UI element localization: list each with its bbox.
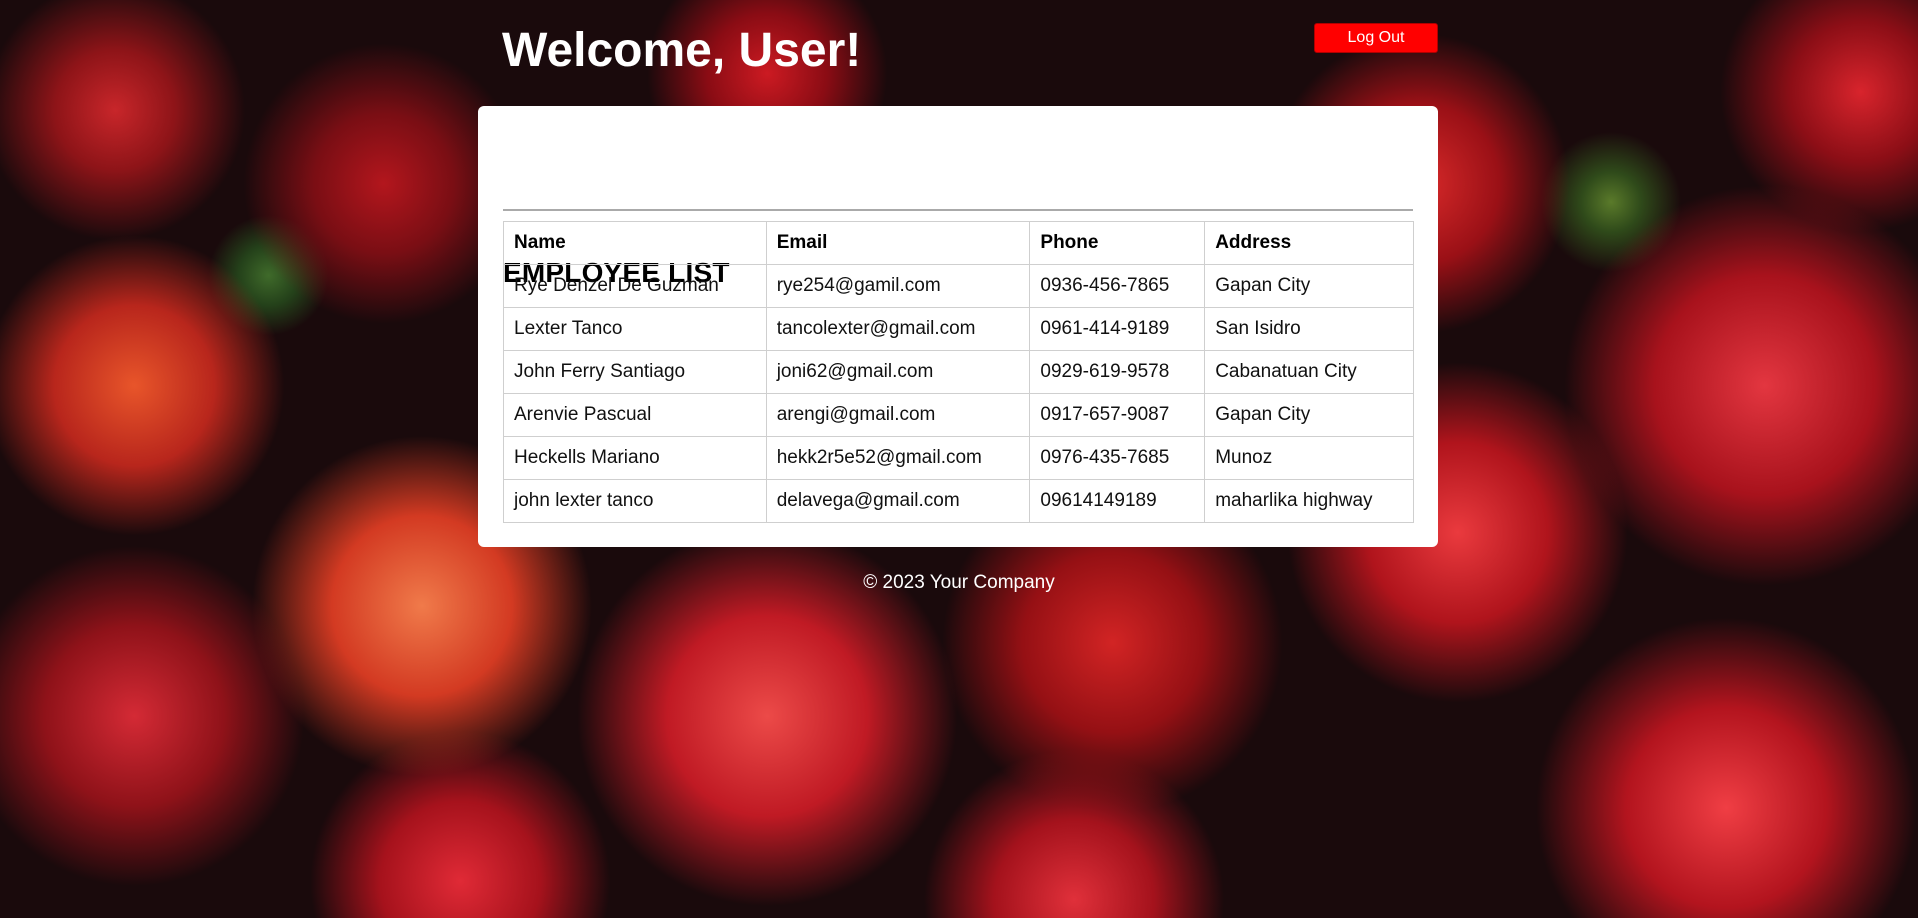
- divider: [503, 209, 1413, 211]
- cell-address: Munoz: [1204, 436, 1414, 480]
- column-header-email: Email: [765, 221, 1031, 265]
- cell-email: delavega@gmail.com: [765, 479, 1031, 523]
- cell-email: arengi@gmail.com: [765, 393, 1031, 437]
- cell-name: john lexter tanco: [503, 479, 767, 523]
- page-header: Welcome, User! Log Out: [502, 20, 1438, 80]
- cell-name: John Ferry Santiago: [503, 350, 767, 394]
- column-header-name: Name: [503, 221, 767, 265]
- cell-address: San Isidro: [1204, 307, 1414, 351]
- footer-copyright: © 2023 Your Company: [863, 572, 1055, 593]
- table-row: John Ferry Santiago joni62@gmail.com 092…: [503, 350, 1414, 394]
- cell-name: Rye Denzel De Guzman: [503, 264, 767, 308]
- cell-email: rye254@gamil.com: [765, 264, 1031, 308]
- cell-email: hekk2r5e52@gmail.com: [765, 436, 1031, 480]
- cell-phone: 09614149189: [1029, 479, 1206, 523]
- page-title: Welcome, User!: [502, 24, 862, 77]
- table-row: john lexter tanco delavega@gmail.com 096…: [503, 479, 1414, 523]
- cell-phone: 0917-657-9087: [1029, 393, 1206, 437]
- cell-name: Arenvie Pascual: [503, 393, 767, 437]
- cell-email: tancolexter@gmail.com: [765, 307, 1031, 351]
- table-header-row: Name Email Phone Address: [503, 221, 1414, 265]
- cell-name: Lexter Tanco: [503, 307, 767, 351]
- cell-address: Gapan City: [1204, 393, 1414, 437]
- cell-name: Heckells Mariano: [503, 436, 767, 480]
- employee-list-card: EMPLOYEE LIST Name Email Phone Address R…: [478, 106, 1438, 547]
- cell-email: joni62@gmail.com: [765, 350, 1031, 394]
- cell-address: maharlika highway: [1204, 479, 1414, 523]
- cell-phone: 0929-619-9578: [1029, 350, 1206, 394]
- table-row: Lexter Tanco tancolexter@gmail.com 0961-…: [503, 307, 1414, 351]
- table-row: Rye Denzel De Guzman rye254@gamil.com 09…: [503, 264, 1414, 308]
- logout-button[interactable]: Log Out: [1314, 23, 1438, 53]
- column-header-address: Address: [1204, 221, 1414, 265]
- employee-table: Name Email Phone Address Rye Denzel De G…: [503, 221, 1414, 523]
- cell-address: Cabanatuan City: [1204, 350, 1414, 394]
- table-row: Heckells Mariano hekk2r5e52@gmail.com 09…: [503, 436, 1414, 480]
- cell-phone: 0961-414-9189: [1029, 307, 1206, 351]
- cell-address: Gapan City: [1204, 264, 1414, 308]
- column-header-phone: Phone: [1029, 221, 1206, 265]
- cell-phone: 0976-435-7685: [1029, 436, 1206, 480]
- cell-phone: 0936-456-7865: [1029, 264, 1206, 308]
- table-row: Arenvie Pascual arengi@gmail.com 0917-65…: [503, 393, 1414, 437]
